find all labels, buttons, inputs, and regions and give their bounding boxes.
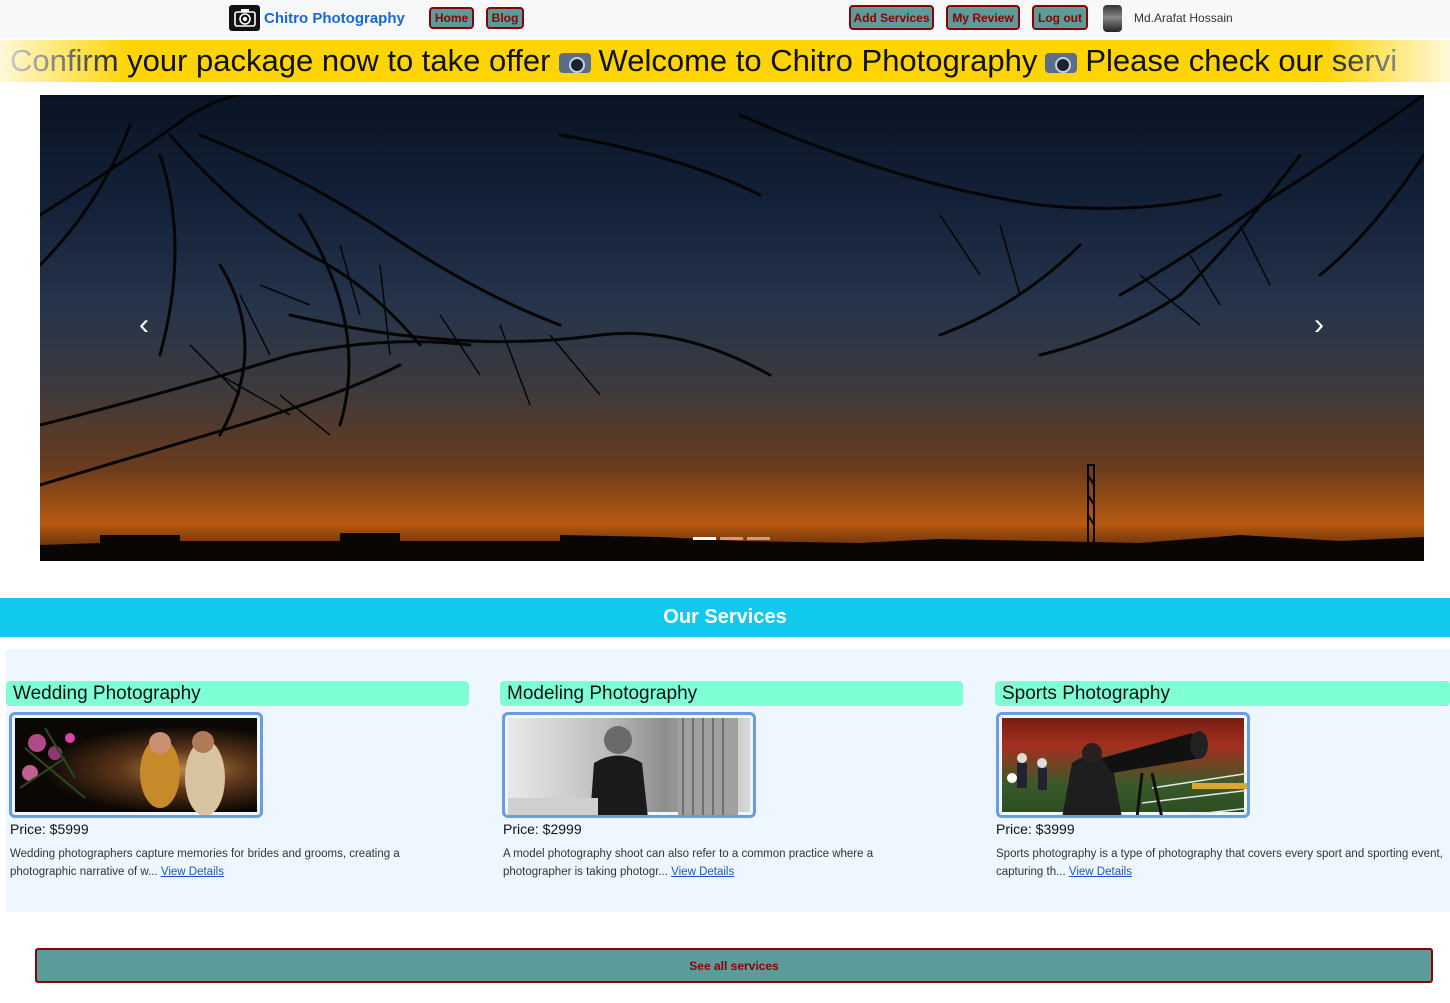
camera-icon [558,52,591,73]
hero-carousel: ‹ › Chitro 『O』 [40,95,1424,561]
add-services-button[interactable]: Add Services [849,5,934,30]
carousel-indicators [693,537,770,540]
see-all-services-button[interactable]: See all services [35,948,1433,983]
nav-blog-link[interactable]: Blog [486,7,524,29]
user-name: Md.Arafat Hossain [1134,11,1233,25]
carousel-prev-button[interactable]: ‹ [134,310,154,340]
marquee-message-2: Welcome to Chitro Photography [598,43,1038,78]
my-review-button[interactable]: My Review [946,5,1020,30]
nav-home-link[interactable]: Home [429,7,474,29]
camera-icon [1045,52,1078,73]
service-description: Sports photography is a type of photogra… [996,845,1446,881]
service-card-title: Sports Photography [995,681,1450,706]
announcement-marquee: Confirm your package now to take offer We… [0,40,1450,82]
service-description: Wedding photographers capture memories f… [10,845,450,881]
service-description: A model photography shoot can also refer… [503,845,943,881]
marquee-fade-left [0,40,130,82]
service-price: Price: $2999 [503,821,582,837]
carousel-indicator-2[interactable] [720,537,743,540]
carousel-slide-image [40,95,1424,561]
view-details-link[interactable]: View Details [671,866,734,878]
service-card-title: Modeling Photography [500,681,963,706]
carousel-indicator-3[interactable] [747,537,770,540]
view-details-link[interactable]: View Details [161,866,224,878]
marquee-text: Confirm your package now to take offer We… [10,42,1397,80]
view-details-link[interactable]: View Details [1069,866,1132,878]
avatar[interactable] [1103,5,1122,32]
service-card-image-modeling[interactable] [502,712,756,818]
camera-logo-icon [229,5,260,31]
services-header: Our Services [0,598,1450,637]
service-card-image-wedding[interactable] [9,712,263,818]
navbar: Chitro Photography Home Blog Add Service… [0,0,1450,38]
service-price: Price: $5999 [10,821,89,837]
service-description-text: Sports photography is a type of photogra… [996,848,1443,878]
service-card-title: Wedding Photography [6,681,469,706]
service-card-image-sports[interactable] [996,712,1250,818]
service-price: Price: $3999 [996,821,1075,837]
carousel-indicator-1[interactable] [693,537,716,540]
marquee-fade-right [1320,40,1450,82]
brand-name[interactable]: Chitro Photography [264,10,405,27]
services-title: Our Services [663,606,787,628]
brand[interactable]: Chitro Photography [229,5,405,31]
log-out-button[interactable]: Log out [1032,5,1088,30]
carousel-next-button[interactable]: › [1309,310,1329,340]
